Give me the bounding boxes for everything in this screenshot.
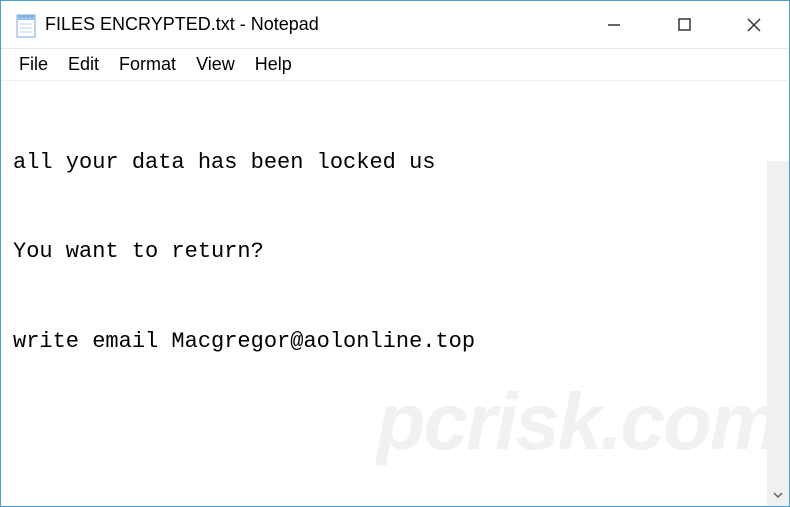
- notepad-icon: [13, 11, 37, 39]
- titlebar: FILES ENCRYPTED.txt - Notepad: [1, 1, 789, 49]
- content-line: You want to return?: [13, 237, 777, 267]
- notepad-window: FILES ENCRYPTED.txt - Notepad File Edit …: [0, 0, 790, 507]
- watermark: pcrisk.com: [377, 368, 779, 476]
- menu-view[interactable]: View: [186, 52, 245, 77]
- close-button[interactable]: [719, 1, 789, 48]
- scrollbar-track[interactable]: [767, 161, 789, 484]
- menu-edit[interactable]: Edit: [58, 52, 109, 77]
- text-area[interactable]: all your data has been locked us You wan…: [1, 81, 789, 506]
- window-title: FILES ENCRYPTED.txt - Notepad: [45, 14, 319, 35]
- minimize-button[interactable]: [579, 1, 649, 48]
- content-line: all your data has been locked us: [13, 148, 777, 178]
- maximize-button[interactable]: [649, 1, 719, 48]
- main-area: all your data has been locked us You wan…: [1, 81, 789, 506]
- menu-format[interactable]: Format: [109, 52, 186, 77]
- menu-file[interactable]: File: [9, 52, 58, 77]
- menubar: File Edit Format View Help: [1, 49, 789, 81]
- content-line: write email Macgregor@aolonline.top: [13, 327, 777, 357]
- window-controls: [579, 1, 789, 48]
- menu-help[interactable]: Help: [245, 52, 302, 77]
- scroll-down-button[interactable]: [767, 484, 789, 506]
